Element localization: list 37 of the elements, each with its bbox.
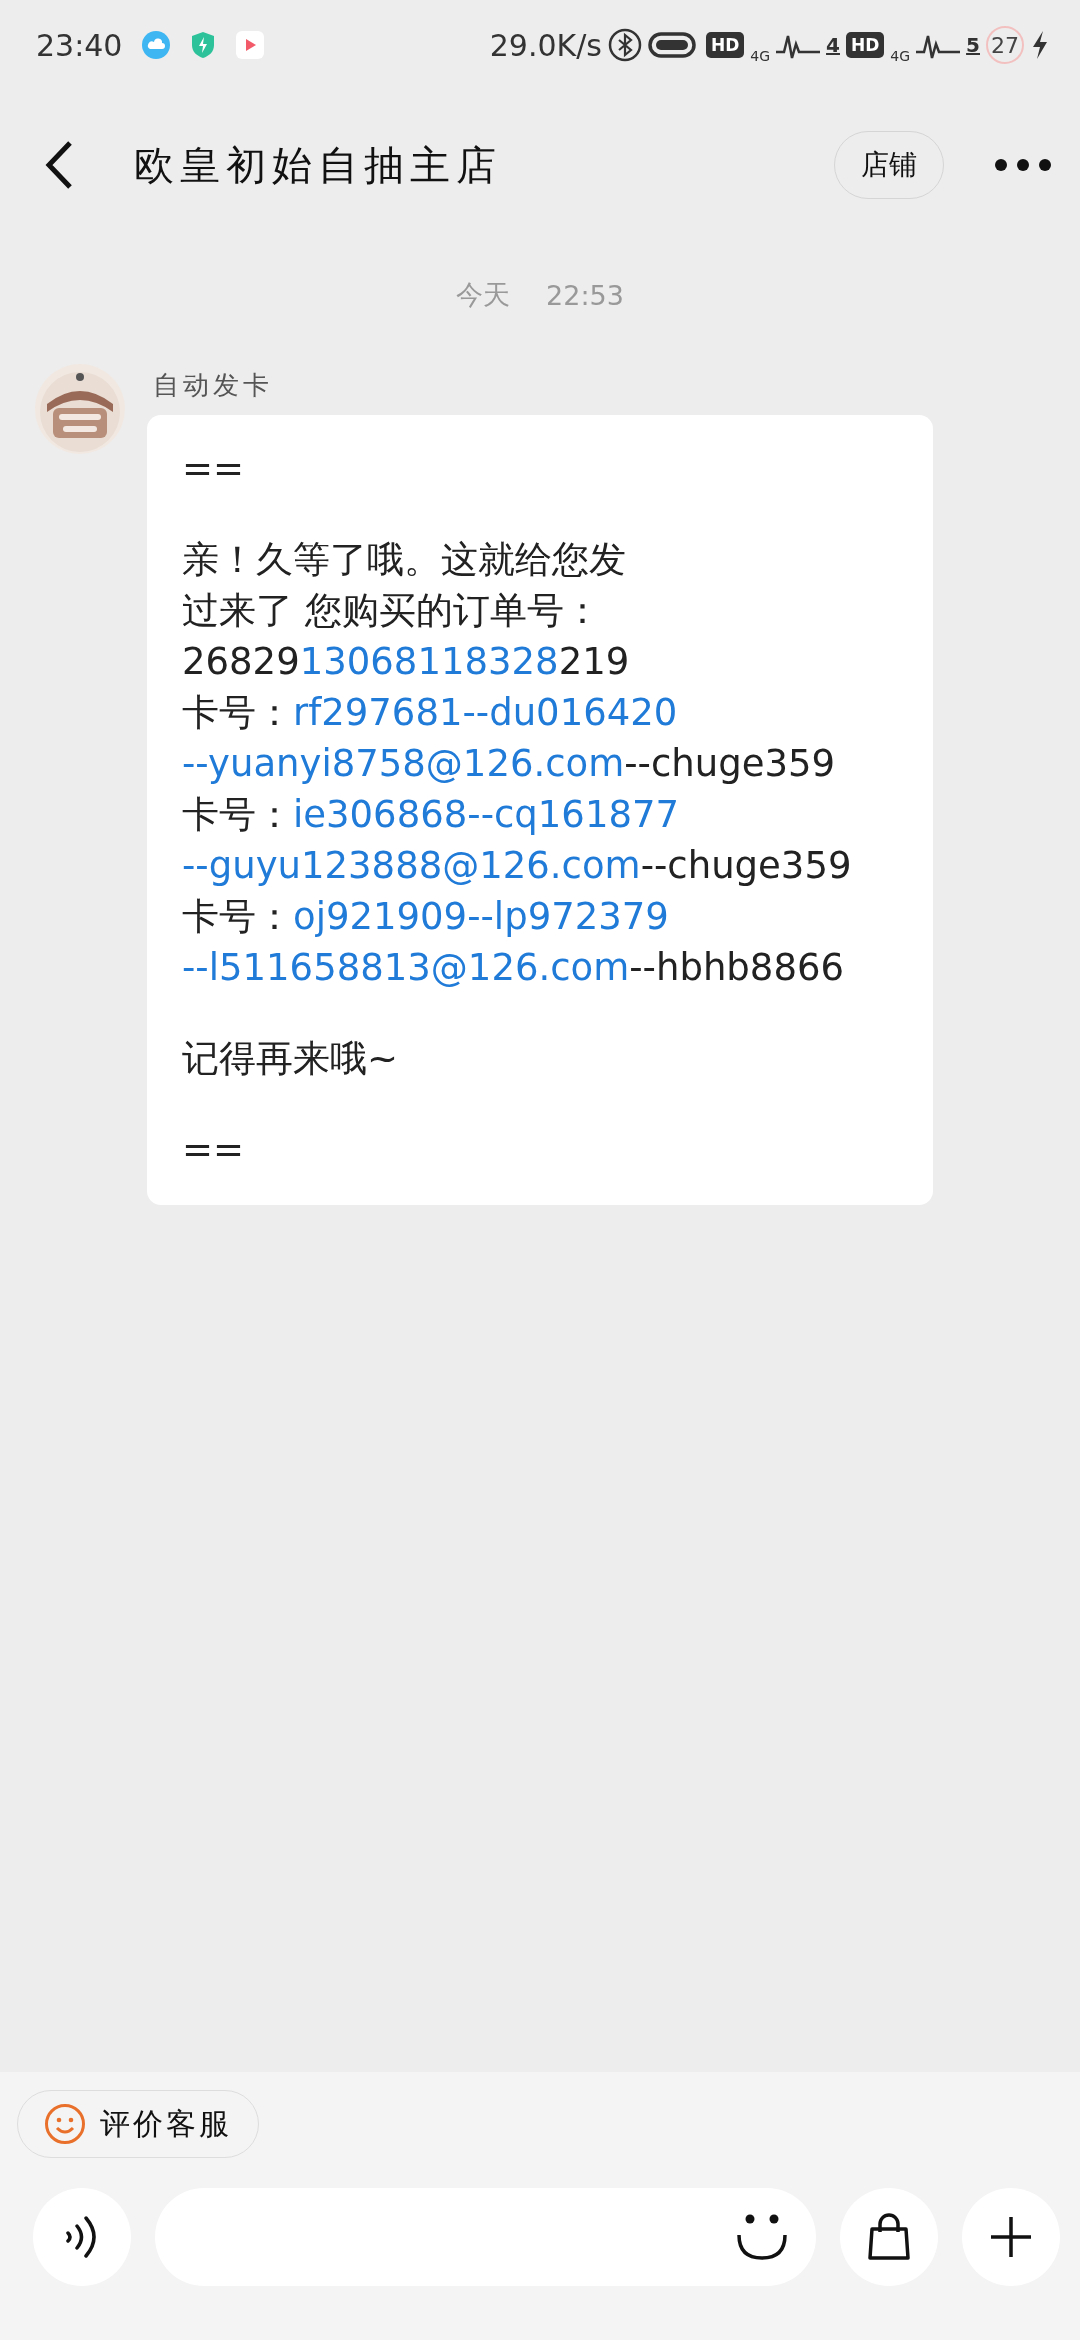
message-line: 记得再来哦~ [182,1036,399,1082]
plus-icon [989,2215,1033,2259]
back-icon[interactable] [44,140,74,190]
shield-icon [190,31,217,59]
clock: 23:40 [36,27,123,63]
hd-badge: HD [705,32,745,58]
shop-button[interactable]: 店铺 [834,131,944,199]
rate-service-button[interactable]: 评价客服 [17,2090,259,2158]
network-speed: 29.0K/s [489,27,602,63]
message-line: --l511658813@126.com--hbhb8866 [182,945,845,991]
video-icon [236,31,265,59]
bluetooth-icon [607,28,642,62]
sender-name: 自动发卡 [153,369,274,402]
message-line: == [182,1127,245,1173]
message-line: == [182,446,245,492]
signal-label: 4 [826,33,840,57]
network-label: 4G [890,48,911,64]
message-line: 卡号：rf297681--du016420 [182,690,679,736]
date-label: 今天 [456,278,511,312]
message-line: --guyu123888@126.com--chuge359 [182,843,853,889]
message-line: 亲！久等了哦。这就给您发 [182,537,627,583]
message-line: 卡号：oj921909--lp972379 [182,894,670,940]
message-line: 2682913068118328219 [182,639,631,685]
battery-level: 27 [986,26,1024,64]
charging-icon [1030,30,1050,60]
smiley-icon [44,2103,86,2145]
message-line: 卡号：ie306868--cq161877 [182,792,681,838]
cloud-icon [142,31,171,59]
time-label: 22:53 [546,279,624,311]
network-label: 4G [750,48,771,64]
message-line: --yuanyi8758@126.com--chuge359 [182,741,837,787]
message-line: 过来了 您购买的订单号： [182,588,602,634]
signal-label: 5 [966,33,980,57]
more-icon[interactable] [994,158,1052,172]
emoji-icon[interactable] [736,2213,788,2261]
chat-title: 欧皇初始自抽主店 [134,140,503,190]
hd-badge: HD [845,32,885,58]
